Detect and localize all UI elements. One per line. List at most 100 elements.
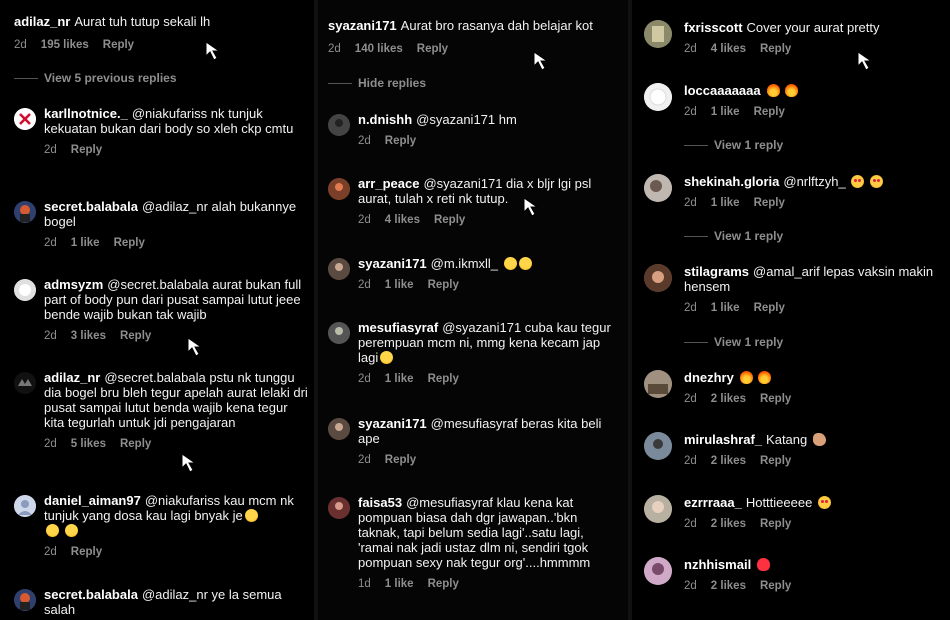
reply-button[interactable]: Reply bbox=[760, 580, 791, 592]
comment-username[interactable]: faisa53 bbox=[358, 495, 402, 510]
reply-button[interactable]: Reply bbox=[120, 330, 151, 342]
avatar[interactable] bbox=[14, 372, 36, 394]
like-count[interactable]: 2 likes bbox=[711, 455, 746, 467]
view-replies[interactable]: View 1 reply bbox=[684, 229, 783, 243]
comment-username[interactable]: admsyzm bbox=[44, 277, 103, 292]
comment-username[interactable]: dnezhry bbox=[684, 370, 734, 385]
comment-username[interactable]: syazani171 bbox=[358, 416, 427, 431]
like-count[interactable]: 1 like bbox=[385, 373, 414, 385]
like-count[interactable]: 3 likes bbox=[71, 330, 106, 342]
comment-time: 2d bbox=[358, 214, 371, 226]
top-comment: adilaz_nr Aurat tuh tutup sekali lh 2d 195… bbox=[14, 14, 308, 51]
reply-button[interactable]: Reply bbox=[71, 546, 102, 558]
avatar[interactable] bbox=[328, 418, 350, 440]
comment-username[interactable]: shekinah.gloria bbox=[684, 174, 779, 189]
avatar[interactable] bbox=[644, 83, 672, 111]
reply-button[interactable]: Reply bbox=[417, 43, 448, 55]
view-replies[interactable]: View 1 reply bbox=[684, 138, 783, 152]
comment-username[interactable]: fxrisscott bbox=[684, 20, 743, 35]
comment-username[interactable]: syazani171 bbox=[328, 18, 397, 33]
reply-button[interactable]: Reply bbox=[428, 279, 459, 291]
avatar[interactable] bbox=[328, 114, 350, 136]
like-count[interactable]: 1 like bbox=[711, 302, 740, 314]
like-count[interactable]: 1 like bbox=[71, 237, 100, 249]
avatar[interactable] bbox=[14, 279, 36, 301]
avatar[interactable] bbox=[14, 495, 36, 517]
reply-button[interactable]: Reply bbox=[754, 106, 785, 118]
comment-username[interactable]: adilaz_nr bbox=[14, 14, 70, 29]
comment-username[interactable]: n.dnishh bbox=[358, 112, 412, 127]
reply-button[interactable]: Reply bbox=[385, 454, 416, 466]
comment-username[interactable]: stilagrams bbox=[684, 264, 749, 279]
avatar[interactable] bbox=[14, 201, 36, 223]
avatar[interactable] bbox=[328, 497, 350, 519]
reply-button[interactable]: Reply bbox=[428, 578, 459, 590]
comment-username[interactable]: daniel_aiman97 bbox=[44, 493, 141, 508]
view-replies[interactable]: View 1 reply bbox=[684, 335, 783, 349]
view-replies-label[interactable]: View 1 reply bbox=[714, 138, 783, 152]
reply-button[interactable]: Reply bbox=[760, 455, 791, 467]
reply-button[interactable]: Reply bbox=[754, 197, 785, 209]
reply-button[interactable]: Reply bbox=[385, 135, 416, 147]
like-count[interactable]: 195 likes bbox=[41, 39, 89, 51]
hide-replies[interactable]: Hide replies bbox=[328, 76, 426, 90]
like-count[interactable]: 1 like bbox=[711, 106, 740, 118]
comment-username[interactable]: secret.balabala bbox=[44, 199, 138, 214]
avatar[interactable] bbox=[328, 322, 350, 344]
avatar[interactable] bbox=[644, 370, 672, 398]
avatar[interactable] bbox=[644, 174, 672, 202]
reply-button[interactable]: Reply bbox=[103, 39, 134, 51]
laughing-emoji-icon bbox=[503, 257, 517, 270]
avatar[interactable] bbox=[328, 178, 350, 200]
comment-username[interactable]: loccaaaaaaa bbox=[684, 83, 761, 98]
like-count[interactable]: 2 likes bbox=[711, 518, 746, 530]
reply-button[interactable]: Reply bbox=[71, 144, 102, 156]
view-replies-label[interactable]: View 1 reply bbox=[714, 335, 783, 349]
reply-comment: secret.balabala @adilaz_nr ye la semua sa… bbox=[14, 587, 308, 617]
avatar[interactable] bbox=[14, 108, 36, 130]
like-count[interactable]: 5 likes bbox=[71, 438, 106, 450]
laughing-emoji-icon bbox=[64, 524, 78, 537]
comment-time: 2d bbox=[358, 373, 371, 385]
reply-button[interactable]: Reply bbox=[760, 43, 791, 55]
like-count[interactable]: 2 likes bbox=[711, 580, 746, 592]
like-count[interactable]: 4 likes bbox=[711, 43, 746, 55]
comment-username[interactable]: arr_peace bbox=[358, 176, 419, 191]
view-replies-label[interactable]: View 1 reply bbox=[714, 229, 783, 243]
avatar[interactable] bbox=[644, 264, 672, 292]
comment: stilagrams @amal_arif lepas vaksin makin … bbox=[644, 264, 944, 314]
like-count[interactable]: 4 likes bbox=[385, 214, 420, 226]
reply-button[interactable]: Reply bbox=[120, 438, 151, 450]
reply-button[interactable]: Reply bbox=[114, 237, 145, 249]
avatar[interactable] bbox=[644, 557, 672, 585]
reply-button[interactable]: Reply bbox=[754, 302, 785, 314]
like-count[interactable]: 2 likes bbox=[711, 393, 746, 405]
comment: mirulashraf_ Katang 2d 2 likes Reply bbox=[644, 432, 944, 467]
comment-username[interactable]: adilaz_nr bbox=[44, 370, 100, 385]
like-count[interactable]: 1 like bbox=[711, 197, 740, 209]
like-count[interactable]: 140 likes bbox=[355, 43, 403, 55]
avatar[interactable] bbox=[14, 589, 36, 611]
like-count[interactable]: 1 like bbox=[385, 578, 414, 590]
view-previous-replies[interactable]: View 5 previous replies bbox=[14, 71, 177, 85]
comment-username[interactable]: syazani171 bbox=[358, 256, 427, 271]
comment-username[interactable]: mesufiasyraf bbox=[358, 320, 438, 335]
comment-username[interactable]: mirulashraf_ bbox=[684, 432, 762, 447]
like-count[interactable]: 1 like bbox=[385, 279, 414, 291]
view-replies-label[interactable]: View 5 previous replies bbox=[44, 71, 177, 85]
reply-button[interactable]: Reply bbox=[428, 373, 459, 385]
comment-username[interactable]: karllnotnice._ bbox=[44, 106, 128, 121]
reply-button[interactable]: Reply bbox=[434, 214, 465, 226]
avatar[interactable] bbox=[328, 258, 350, 280]
avatar[interactable] bbox=[644, 495, 672, 523]
avatar[interactable] bbox=[644, 432, 672, 460]
comment-username[interactable]: secret.balabala bbox=[44, 587, 138, 602]
reply-button[interactable]: Reply bbox=[760, 393, 791, 405]
reply-button[interactable]: Reply bbox=[760, 518, 791, 530]
comment-username[interactable]: nzhhismail bbox=[684, 557, 751, 572]
reply-comment: n.dnishh @syazani171 hm 2d Reply bbox=[328, 112, 622, 147]
comment-username[interactable]: ezrrraaa_ bbox=[684, 495, 742, 510]
laughing-emoji-icon bbox=[518, 257, 532, 270]
hide-replies-label[interactable]: Hide replies bbox=[358, 76, 426, 90]
avatar[interactable] bbox=[644, 20, 672, 48]
